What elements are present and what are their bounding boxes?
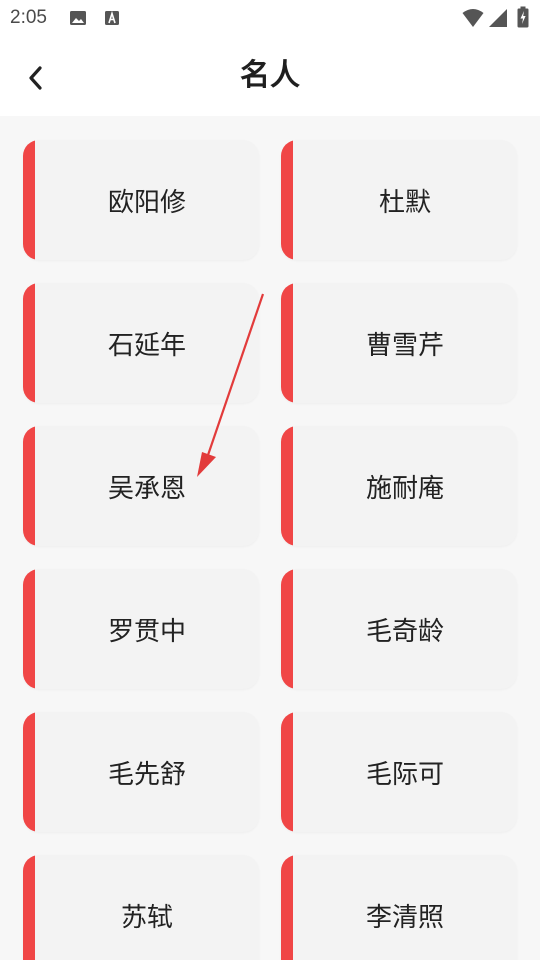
person-card[interactable]: 欧阳修 [23,140,259,260]
person-name: 苏轼 [120,902,173,933]
person-name: 施耐庵 [365,473,444,504]
person-card[interactable]: 毛际可 [281,712,517,832]
person-card[interactable]: 毛先舒 [23,712,259,832]
status-time: 2:05 [10,7,47,28]
person-name: 欧阳修 [107,187,186,218]
card-accent-bar [23,855,35,960]
card-accent-bar [23,140,35,260]
person-card[interactable]: 石延年 [23,283,259,403]
wifi-icon [462,9,484,27]
card-accent-bar [23,569,35,689]
signal-icon [489,9,507,27]
person-name: 吴承恩 [107,473,186,504]
card-accent-bar [281,569,293,689]
app-bar: 名人 [0,36,540,116]
person-name: 曹雪芹 [365,330,444,361]
card-accent-bar [281,140,293,260]
card-accent-bar [23,283,35,403]
person-card[interactable]: 施耐庵 [281,426,517,546]
person-card[interactable]: 曹雪芹 [281,283,517,403]
person-name: 毛奇龄 [365,616,444,647]
person-name: 罗贯中 [107,616,186,647]
person-name: 毛先舒 [107,759,186,790]
a-box-icon [105,10,119,25]
card-accent-bar [281,283,293,403]
person-card[interactable]: 杜默 [281,140,517,260]
people-grid: 欧阳修 杜默 石延年 曹雪芹 吴承恩 施耐庵 罗贯中 毛奇龄 毛先舒 毛际可 苏… [0,116,540,960]
status-bar: 2:05 [0,0,540,36]
card-accent-bar [23,712,35,832]
person-card[interactable]: 苏轼 [23,855,259,960]
image-icon [70,11,86,25]
card-accent-bar [281,426,293,546]
card-accent-bar [23,426,35,546]
person-name: 李清照 [365,902,444,933]
page-title: 名人 [240,58,300,93]
person-name: 毛际可 [365,759,444,790]
person-name: 杜默 [378,187,431,218]
card-accent-bar [281,855,293,960]
person-card[interactable]: 罗贯中 [23,569,259,689]
battery-charging-icon [517,6,529,28]
person-card[interactable]: 毛奇龄 [281,569,517,689]
person-card[interactable]: 李清照 [281,855,517,960]
card-accent-bar [281,712,293,832]
person-card[interactable]: 吴承恩 [23,426,259,546]
person-name: 石延年 [107,330,186,361]
